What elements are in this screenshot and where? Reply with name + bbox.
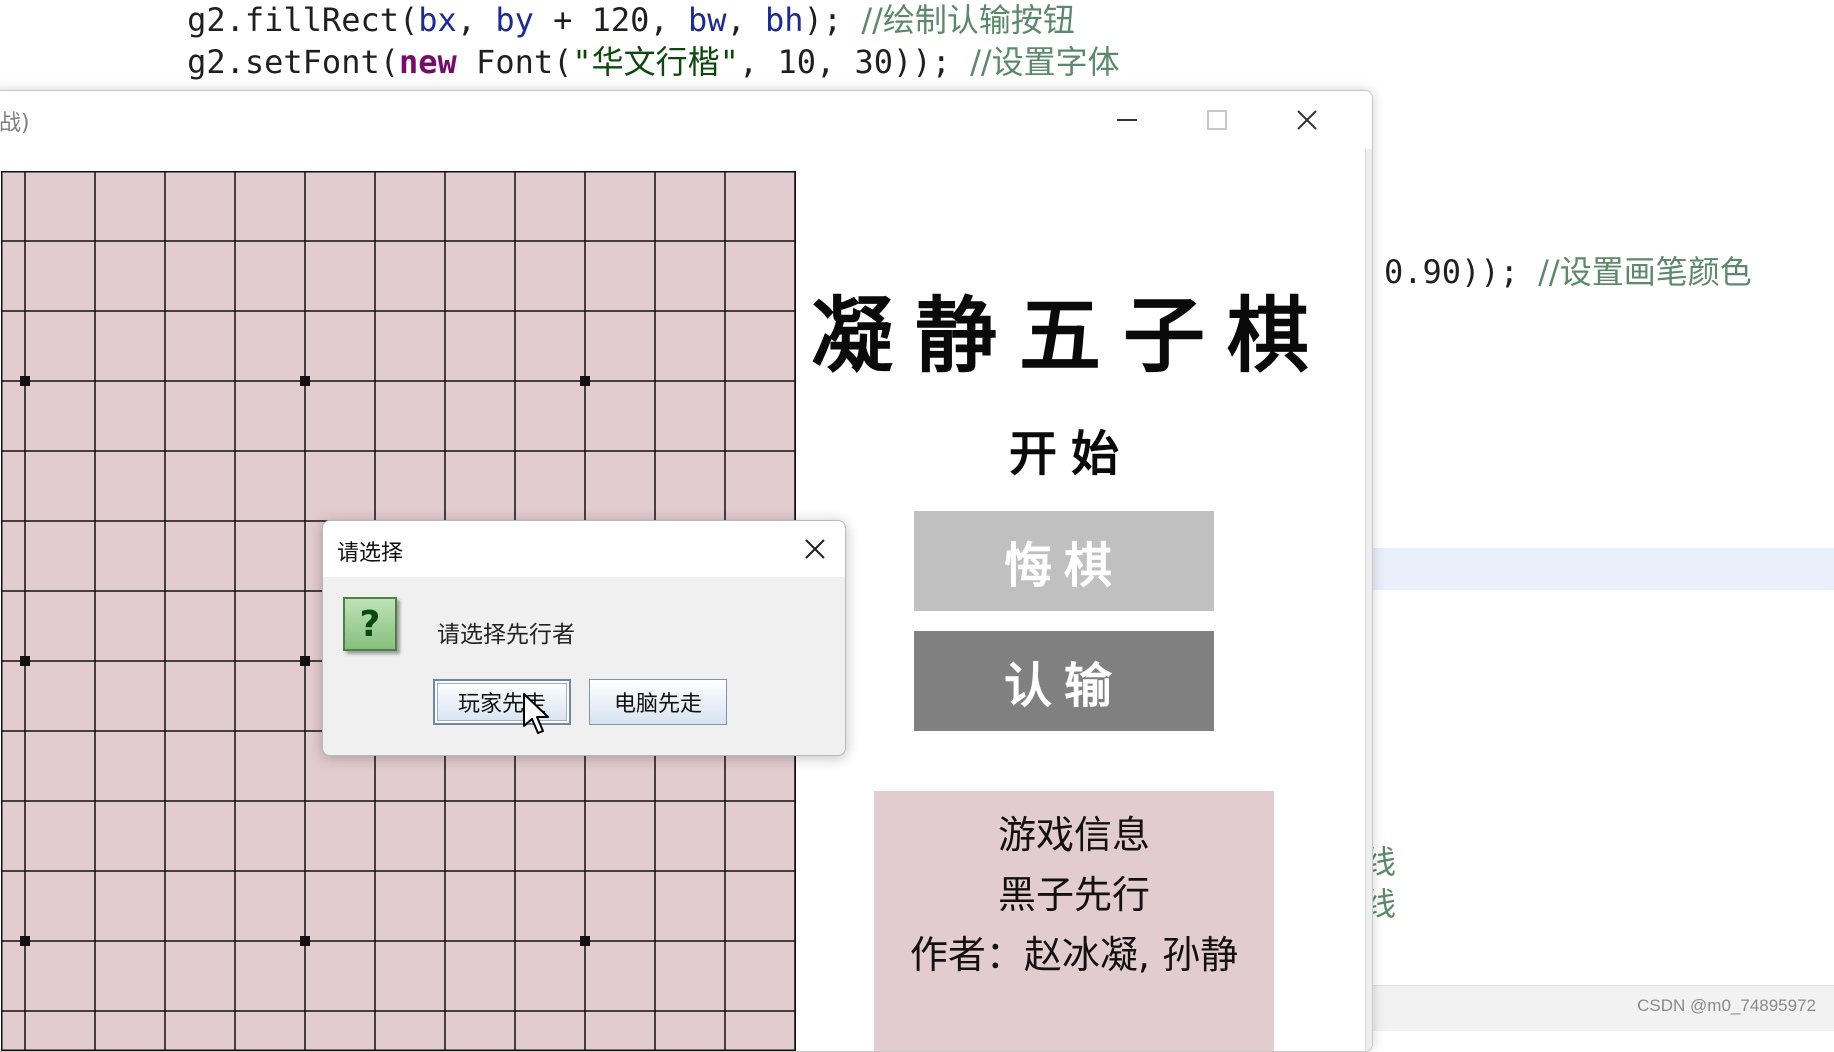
minimize-icon [1117, 119, 1137, 121]
maximize-icon [1207, 110, 1227, 130]
dialog-message: 请选择先行者 [437, 622, 575, 648]
undo-button[interactable]: 悔棋 [914, 511, 1214, 611]
question-icon: ? [343, 597, 397, 651]
info-title: 游戏信息 [997, 813, 1150, 857]
minimize-button[interactable] [1104, 101, 1150, 139]
code-line-color: 0.90)); //设置画笔颜色 [1384, 252, 1752, 292]
star-point [300, 656, 310, 666]
code-token: , [456, 1, 496, 39]
code-token: g2.setFont( [187, 43, 399, 81]
choose-first-player-dialog: 请选择 ? 请选择先行者 玩家先走 电脑先走 [322, 520, 846, 756]
dialog-title: 请选择 [337, 541, 404, 566]
side-panel: 凝静五子棋 开始 悔棋 认输 游戏信息 黑子先行 作者：赵冰凝, 孙静 [811, 149, 1351, 1051]
star-point [580, 376, 590, 386]
watermark: CSDN @m0_74895972 [1637, 996, 1816, 1015]
star-point [20, 936, 30, 946]
code-token: , 10, 30)); [738, 43, 951, 81]
code-line-setfont: g2.setFont(new Font("华文行楷", 10, 30)); //… [110, 42, 1120, 82]
resign-button[interactable]: 认输 [914, 631, 1214, 731]
code-token: ); [803, 1, 843, 39]
code-comment: //设置画笔颜色 [1538, 253, 1752, 291]
code-token: , [726, 1, 766, 39]
maximize-button[interactable] [1194, 101, 1240, 139]
code-token: by [495, 1, 534, 39]
code-line-fillrect: g2.fillRect(bx, by + 120, bw, bh); //绘制认… [110, 0, 1075, 40]
code-token: bh [765, 1, 804, 39]
dialog-titlebar[interactable]: 请选择 [323, 521, 845, 577]
star-point [300, 936, 310, 946]
star-point [300, 376, 310, 386]
window-title: 战) [0, 111, 30, 136]
close-icon [1297, 110, 1317, 130]
code-token: + 120, [533, 1, 688, 39]
window-scrollbar[interactable] [1365, 149, 1372, 1051]
dialog-close-button[interactable] [795, 529, 835, 569]
start-button[interactable]: 开始 [811, 414, 1331, 484]
close-button[interactable] [1284, 101, 1330, 139]
close-icon [805, 539, 825, 559]
game-info-panel: 游戏信息 黑子先行 作者：赵冰凝, 孙静 [874, 791, 1274, 1051]
code-comment: //设置字体 [970, 43, 1120, 81]
mouse-cursor-icon [523, 693, 549, 734]
code-token: Font( [456, 43, 573, 81]
star-point [580, 936, 590, 946]
code-token: 0.90)); [1384, 253, 1519, 291]
code-comment: //绘制认输按钮 [861, 1, 1075, 39]
star-point [20, 656, 30, 666]
current-line-highlight [1368, 548, 1834, 590]
window-titlebar[interactable]: 战) [0, 91, 1372, 149]
star-point [20, 376, 30, 386]
code-keyword: new [398, 43, 457, 81]
info-author: 作者：赵冰凝, 孙静 [909, 933, 1239, 977]
code-token: bw [687, 1, 727, 39]
code-string: "华文行楷" [572, 43, 739, 81]
computer-first-button[interactable]: 电脑先走 [589, 679, 727, 725]
code-token: bx [418, 1, 457, 39]
info-turn: 黑子先行 [997, 873, 1150, 917]
code-token: g2.fillRect( [187, 1, 419, 39]
game-title: 凝静五子棋 [811, 288, 1332, 384]
